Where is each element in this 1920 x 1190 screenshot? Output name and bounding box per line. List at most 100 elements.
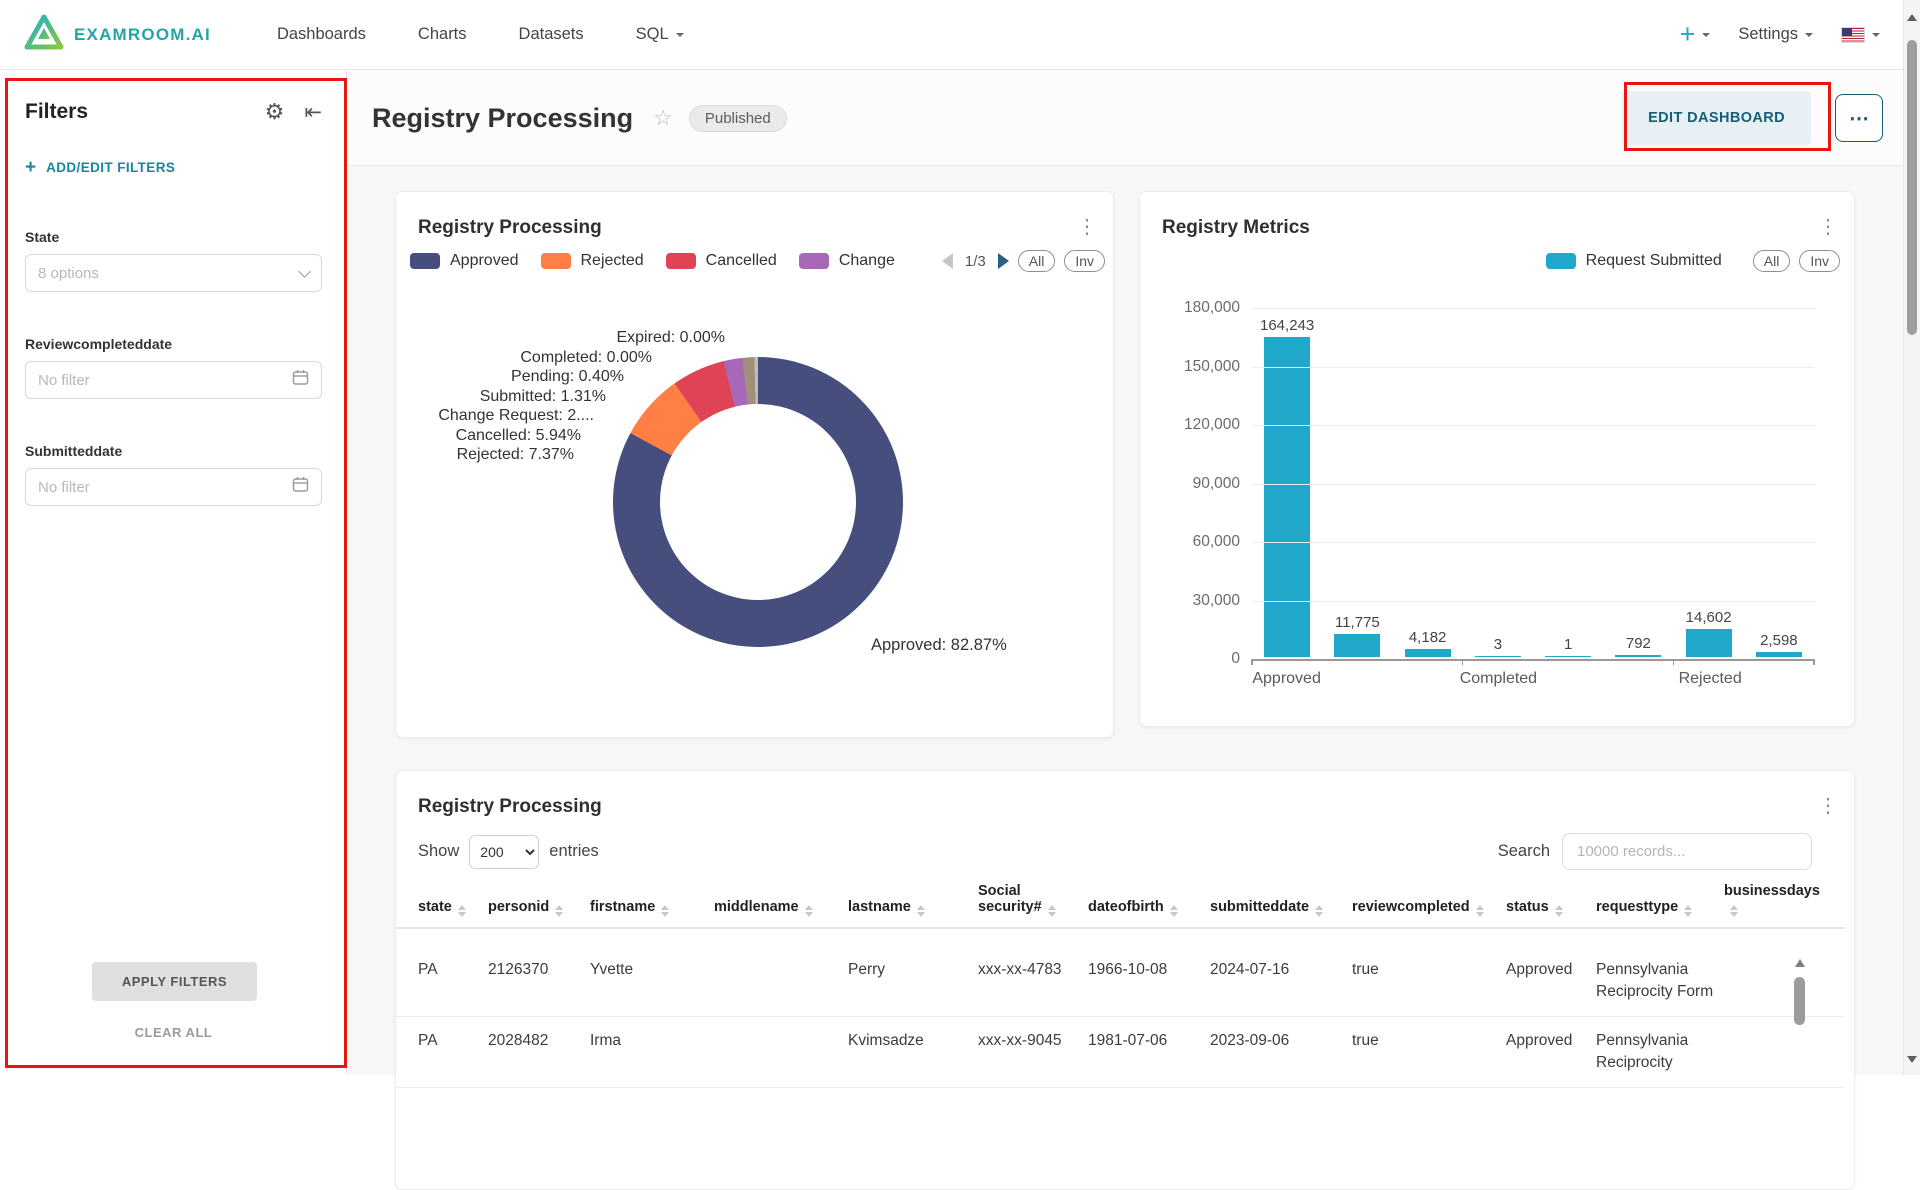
- settings-menu[interactable]: Settings: [1738, 25, 1813, 44]
- filter-label-reviewcompleteddate: Reviewcompleteddate: [25, 336, 321, 352]
- clear-all-button[interactable]: CLEAR ALL: [0, 1025, 347, 1040]
- table-cell: Irma: [590, 1017, 708, 1087]
- sort-up-icon: [1170, 905, 1178, 910]
- sort-down-icon: [458, 912, 466, 917]
- edit-dashboard-button[interactable]: EDIT DASHBOARD: [1622, 91, 1811, 145]
- page-title: Registry Processing: [372, 103, 633, 134]
- search-label: Search: [1498, 842, 1550, 861]
- add-edit-filters-button[interactable]: + ADD/EDIT FILTERS: [25, 158, 346, 177]
- bar[interactable]: [1615, 655, 1661, 657]
- reviewcompleteddate-filter-input[interactable]: No filter: [25, 361, 322, 399]
- x-axis-tick-label: Approved: [1252, 670, 1321, 688]
- sort-icon: [661, 905, 669, 917]
- brand-name: EXAMROOM.AI: [74, 25, 211, 45]
- legend-item-cancelled[interactable]: Cancelled: [666, 252, 777, 270]
- column-header-businessdays[interactable]: businessdays: [1724, 883, 1832, 917]
- column-header-middlename[interactable]: middlename: [714, 899, 842, 917]
- table-cell: PA: [418, 1017, 482, 1087]
- nav-item-charts[interactable]: Charts: [418, 25, 467, 44]
- column-header-dateofbirth[interactable]: dateofbirth: [1088, 899, 1204, 917]
- nav-menu: Dashboards Charts Datasets SQL: [277, 25, 684, 44]
- kebab-menu-icon[interactable]: ⋮: [1077, 214, 1097, 239]
- axis-tick: [1673, 659, 1675, 665]
- kebab-menu-icon[interactable]: ⋮: [1818, 214, 1838, 239]
- legend-next-icon[interactable]: [998, 253, 1009, 269]
- x-axis-tick-label: [1606, 670, 1675, 688]
- legend-prev-icon[interactable]: [942, 253, 953, 269]
- favorite-star-icon[interactable]: ☆: [653, 105, 673, 131]
- column-header-reviewcompleted[interactable]: reviewcompleted: [1352, 899, 1500, 917]
- page-size-select[interactable]: 200: [469, 835, 539, 869]
- scrollbar-thumb[interactable]: [1794, 977, 1805, 1025]
- legend-inv-button[interactable]: Inv: [1064, 250, 1105, 272]
- bar[interactable]: [1264, 337, 1310, 657]
- language-menu[interactable]: [1841, 27, 1880, 43]
- column-header-label: dateofbirth: [1088, 899, 1164, 915]
- legend-all-button[interactable]: All: [1753, 250, 1791, 272]
- column-header-lastname[interactable]: lastname: [848, 899, 972, 917]
- table-cell: xxx-xx-4783: [978, 946, 1082, 1016]
- bar[interactable]: [1686, 629, 1732, 657]
- column-header-firstname[interactable]: firstname: [590, 899, 708, 917]
- brand-logo[interactable]: EXAMROOM.AI: [24, 14, 211, 55]
- state-filter-select[interactable]: 8 options: [25, 254, 322, 292]
- legend-inv-button[interactable]: Inv: [1799, 250, 1840, 272]
- bar[interactable]: [1475, 656, 1521, 657]
- bar[interactable]: [1334, 634, 1380, 657]
- gear-icon[interactable]: ⚙: [265, 101, 285, 123]
- column-header-state[interactable]: state: [418, 899, 482, 917]
- filters-title: Filters: [25, 100, 88, 124]
- donut-slice-label: Rejected: 7.37%: [438, 445, 574, 465]
- bar-slot: 3: [1463, 636, 1533, 657]
- sort-icon: [458, 905, 466, 917]
- column-header-social-security-[interactable]: Social security#: [978, 883, 1082, 917]
- column-header-label: middlename: [714, 899, 799, 915]
- sort-up-icon: [805, 905, 813, 910]
- bar[interactable]: [1405, 649, 1451, 657]
- scrollbar-thumb[interactable]: [1907, 40, 1917, 335]
- bar[interactable]: [1545, 656, 1591, 657]
- legend-item-rejected[interactable]: Rejected: [541, 252, 644, 270]
- more-options-button[interactable]: ⋯: [1835, 94, 1883, 142]
- nav-item-sql[interactable]: SQL: [636, 25, 684, 44]
- scroll-up-icon[interactable]: [1795, 954, 1805, 967]
- sort-icon: [1555, 905, 1563, 917]
- bar-slot: 4,182: [1393, 629, 1463, 657]
- scroll-up-icon[interactable]: [1907, 9, 1917, 21]
- sort-up-icon: [1730, 905, 1738, 910]
- y-axis-tick-label: 30,000: [1193, 592, 1240, 610]
- column-header-requesttype[interactable]: requesttype: [1596, 899, 1718, 917]
- legend-item-approved[interactable]: Approved: [410, 252, 519, 270]
- published-badge[interactable]: Published: [689, 105, 787, 132]
- bar-value-label: 792: [1626, 635, 1651, 652]
- apply-filters-button[interactable]: APPLY FILTERS: [92, 962, 257, 1001]
- search-input[interactable]: [1562, 833, 1812, 870]
- x-axis-labels: ApprovedCompletedRejected: [1252, 670, 1814, 688]
- table-cell: Perry: [848, 946, 972, 1016]
- sort-down-icon: [1170, 912, 1178, 917]
- new-item-button[interactable]: +: [1680, 21, 1711, 48]
- filters-sidebar: Filters ⚙ ⇤ + ADD/EDIT FILTERS State 8 o…: [0, 70, 347, 1075]
- column-header-personid[interactable]: personid: [488, 899, 584, 917]
- column-header-submitteddate[interactable]: submitteddate: [1210, 899, 1346, 917]
- nav-item-dashboards[interactable]: Dashboards: [277, 25, 366, 44]
- legend-all-button[interactable]: All: [1018, 250, 1056, 272]
- window-scrollbar[interactable]: [1903, 0, 1920, 1075]
- legend-item-request-submitted[interactable]: Request Submitted: [1546, 252, 1722, 270]
- column-header-status[interactable]: status: [1506, 899, 1590, 917]
- submitteddate-filter-input[interactable]: No filter: [25, 468, 322, 506]
- table-scrollbar[interactable]: [1794, 954, 1806, 1025]
- nav-item-datasets[interactable]: Datasets: [519, 25, 584, 44]
- kebab-menu-icon[interactable]: ⋮: [1818, 793, 1838, 818]
- bar-plot-area: 164,24311,7754,1823179214,6022,598 180,0…: [1252, 308, 1814, 659]
- chevron-down-icon: [1702, 33, 1710, 41]
- legend-swatch: [1546, 253, 1576, 269]
- bar-value-label: 3: [1494, 636, 1502, 653]
- table-cell: 2024-07-16: [1210, 946, 1346, 1016]
- y-axis-tick-label: 0: [1231, 650, 1240, 668]
- collapse-sidebar-icon[interactable]: ⇤: [304, 102, 322, 123]
- scroll-down-icon[interactable]: [1907, 1056, 1917, 1068]
- gridline: 60,000: [1252, 542, 1814, 543]
- legend-item-change[interactable]: Change: [799, 252, 895, 270]
- bar[interactable]: [1756, 652, 1802, 657]
